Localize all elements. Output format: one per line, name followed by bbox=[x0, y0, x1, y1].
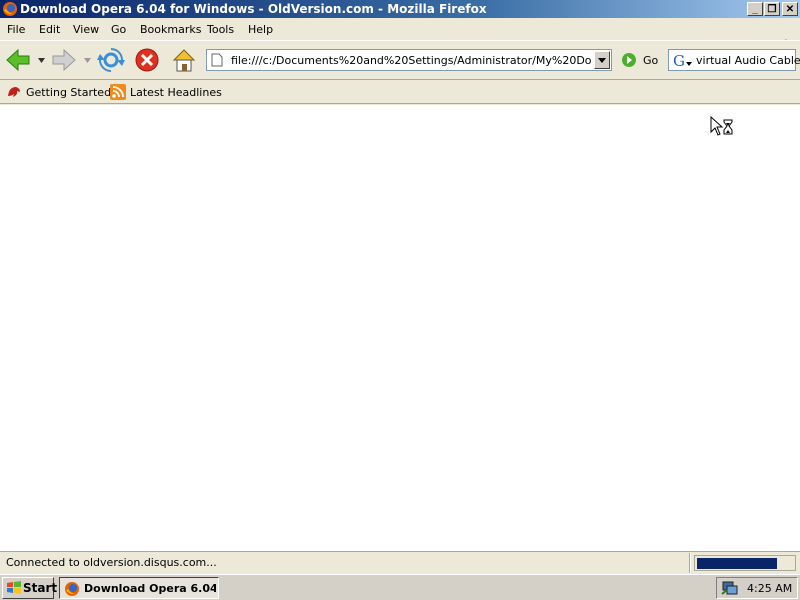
chevron-down-icon bbox=[598, 58, 606, 63]
title-bar[interactable]: Download Opera 6.04 for Windows - OldVer… bbox=[0, 0, 800, 18]
go-label: Go bbox=[643, 54, 659, 67]
system-tray: 4:25 AM bbox=[716, 577, 798, 599]
menu-help[interactable]: Help bbox=[248, 23, 273, 36]
start-button[interactable]: Start bbox=[2, 577, 58, 599]
search-box[interactable]: G virtual Audio Cable bbox=[668, 49, 800, 71]
status-bar: Connected to oldversion.disqus.com... bbox=[0, 551, 800, 573]
clock[interactable]: 4:25 AM bbox=[747, 582, 792, 595]
restore-button[interactable]: ❐ bbox=[764, 2, 780, 16]
menu-go[interactable]: Go bbox=[111, 23, 126, 36]
menu-tools[interactable]: Tools bbox=[207, 23, 234, 36]
reload-icon[interactable] bbox=[97, 46, 125, 74]
firefox-bookmark-icon bbox=[8, 87, 20, 97]
menu-bar: File Edit View Go Bookmarks Tools Help bbox=[0, 18, 800, 57]
bookmark-latest-headlines[interactable]: Latest Headlines bbox=[110, 84, 222, 100]
menu-file[interactable]: File bbox=[7, 23, 25, 36]
url-text[interactable]: file:///c:/Documents%20and%20Settings/Ad… bbox=[231, 54, 591, 67]
window-title: Download Opera 6.04 for Windows - OldVer… bbox=[20, 2, 487, 16]
bookmark-label: Getting Started bbox=[26, 86, 112, 99]
progress-meter bbox=[694, 555, 796, 571]
minimize-button[interactable]: _ bbox=[747, 2, 763, 16]
page-icon bbox=[211, 53, 223, 67]
menu-view[interactable]: View bbox=[73, 23, 99, 36]
bookmarks-toolbar: Getting Started Latest Headlines bbox=[0, 80, 800, 104]
status-text: Connected to oldversion.disqus.com... bbox=[6, 556, 217, 569]
back-history-dropdown-icon[interactable] bbox=[38, 58, 45, 63]
search-input[interactable]: virtual Audio Cable bbox=[696, 54, 800, 67]
google-search-engine-icon[interactable]: G bbox=[672, 52, 694, 69]
url-bar[interactable]: file:///c:/Documents%20and%20Settings/Ad… bbox=[206, 49, 612, 71]
firefox-icon bbox=[3, 2, 17, 16]
url-dropdown-button[interactable] bbox=[594, 51, 610, 69]
go-arrow-icon bbox=[622, 53, 636, 67]
network-connection-icon[interactable] bbox=[721, 580, 739, 596]
svg-text:G: G bbox=[673, 52, 685, 69]
taskbar-item-firefox[interactable]: Download Opera 6.04 ... bbox=[59, 577, 219, 599]
status-divider bbox=[689, 553, 691, 573]
taskbar-item-label: Download Opera 6.04 ... bbox=[84, 582, 216, 595]
navigation-toolbar: file:///c:/Documents%20and%20Settings/Ad… bbox=[0, 40, 800, 80]
forward-history-dropdown-icon[interactable] bbox=[84, 58, 91, 63]
home-icon[interactable] bbox=[170, 46, 198, 74]
stop-icon[interactable] bbox=[133, 46, 161, 74]
progress-fill bbox=[697, 558, 777, 569]
bookmark-getting-started[interactable]: Getting Started bbox=[6, 84, 111, 100]
close-button[interactable]: ✕ bbox=[782, 2, 798, 16]
page-content[interactable] bbox=[0, 105, 800, 551]
busy-cursor-icon bbox=[710, 116, 733, 136]
back-icon[interactable] bbox=[4, 46, 32, 74]
bookmark-label: Latest Headlines bbox=[130, 86, 222, 99]
forward-icon[interactable] bbox=[50, 46, 78, 74]
rss-feed-icon bbox=[110, 84, 126, 100]
menu-bookmarks[interactable]: Bookmarks bbox=[140, 23, 201, 36]
firefox-icon bbox=[65, 582, 79, 596]
start-label: Start bbox=[23, 581, 58, 595]
windows-logo-icon bbox=[7, 581, 21, 594]
menu-edit[interactable]: Edit bbox=[39, 23, 60, 36]
taskbar: Start Download Opera 6.04 ... 4:25 AM bbox=[0, 574, 800, 600]
